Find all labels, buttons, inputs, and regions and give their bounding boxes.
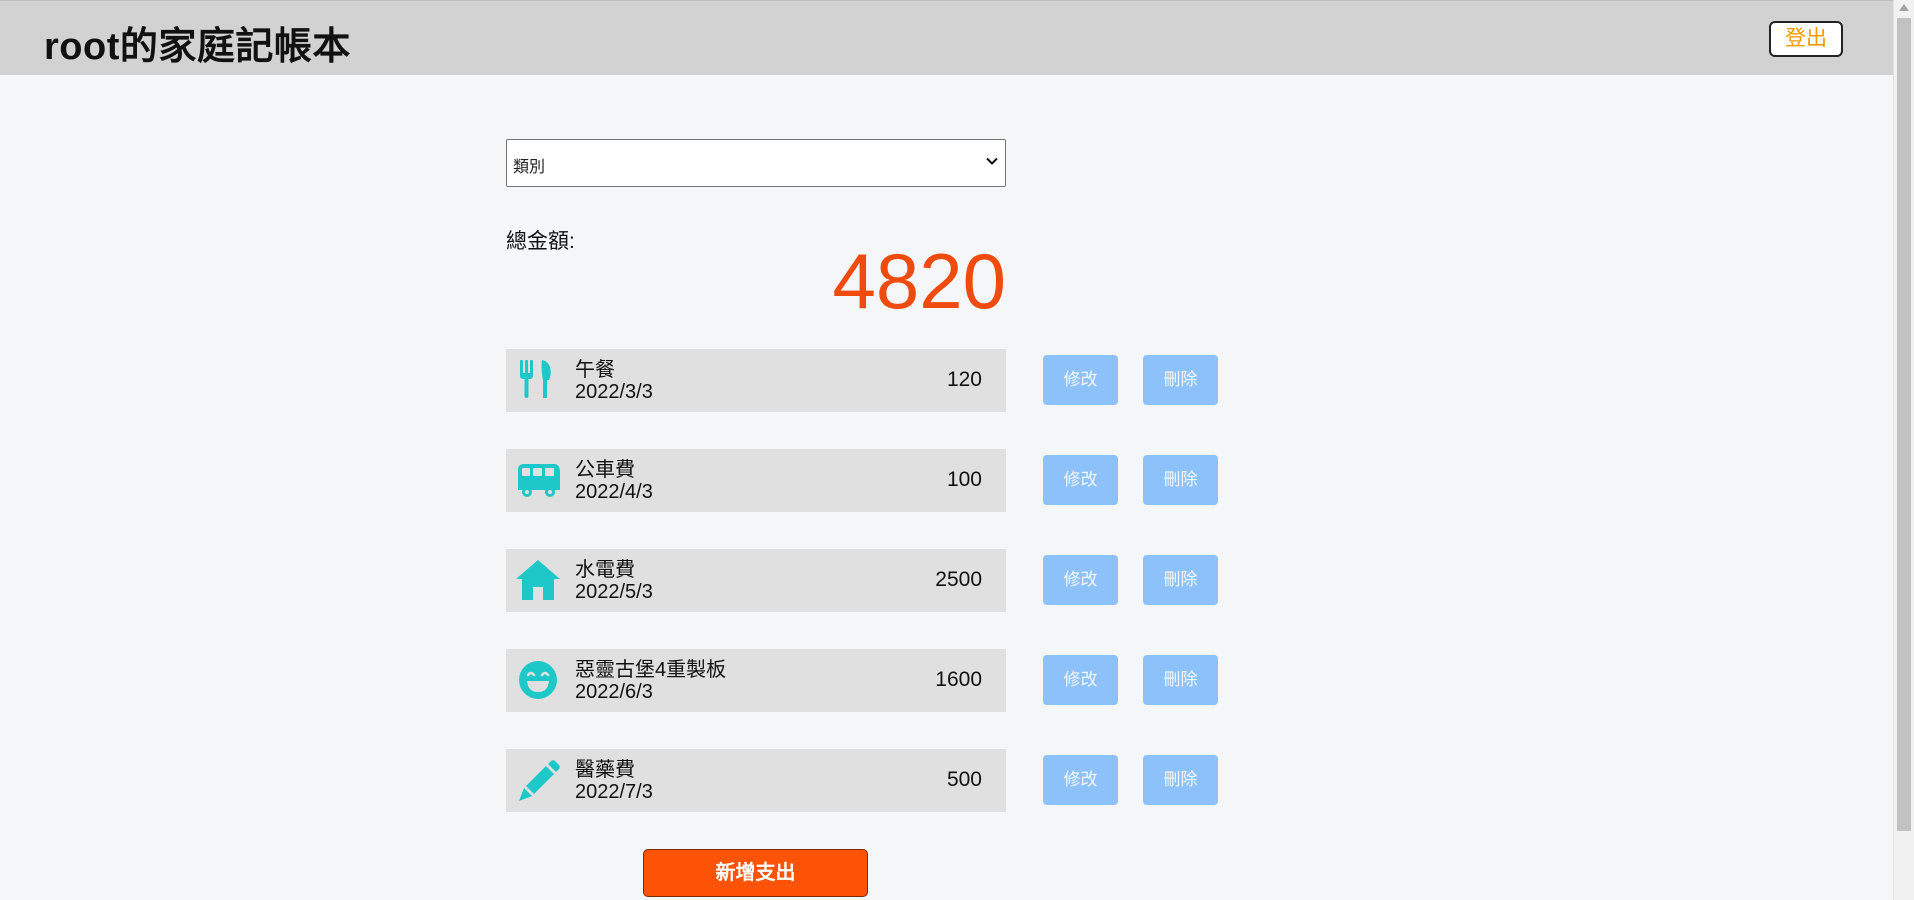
edit-button[interactable]: 修改 (1043, 655, 1118, 705)
scrollbar-thumb[interactable] (1897, 18, 1911, 831)
total-amount: 4820 (832, 237, 1006, 325)
delete-button[interactable]: 刪除 (1143, 755, 1218, 805)
expense-amount: 2500 (935, 568, 982, 591)
edit-button[interactable]: 修改 (1043, 455, 1118, 505)
expense-date: 2022/6/3 (575, 681, 653, 703)
expense-amount: 100 (946, 468, 982, 491)
expense-name: 公車費 (575, 459, 635, 481)
delete-button[interactable]: 刪除 (1143, 555, 1218, 605)
delete-button[interactable]: 刪除 (1143, 655, 1218, 705)
app-title: root的家庭記帳本 (44, 26, 351, 68)
chevron-down-icon (986, 157, 998, 165)
expense-name: 午餐 (575, 359, 615, 381)
logout-button[interactable]: 登出 (1769, 21, 1843, 57)
expense-name: 醫藥費 (575, 759, 635, 781)
expense-amount: 500 (946, 768, 982, 791)
expense-row: 公車費 2022/4/3 100 (506, 449, 1006, 512)
scroll-up-arrow-icon[interactable] (1899, 4, 1909, 11)
expense-date: 2022/3/3 (575, 381, 653, 403)
edit-button[interactable]: 修改 (1043, 555, 1118, 605)
bus-icon (518, 464, 560, 497)
utensils-icon (520, 360, 551, 398)
add-expense-button[interactable]: 新增支出 (643, 849, 868, 897)
category-select-value: 類別 (513, 159, 546, 176)
expense-row: 醫藥費 2022/7/3 500 (506, 749, 1006, 812)
edit-button[interactable]: 修改 (1043, 755, 1118, 805)
edit-button[interactable]: 修改 (1043, 355, 1118, 405)
expense-name: 惡靈古堡4重製板 (575, 659, 727, 681)
category-select[interactable]: 類別 (506, 139, 1006, 187)
expense-row: 惡靈古堡4重製板 2022/6/3 1600 (506, 649, 1006, 712)
expense-date: 2022/5/3 (575, 581, 653, 603)
home-icon (516, 560, 560, 600)
expense-row: 水電費 2022/5/3 2500 (506, 549, 1006, 612)
app-header: root的家庭記帳本 登出 (0, 0, 1893, 75)
delete-button[interactable]: 刪除 (1143, 355, 1218, 405)
expense-date: 2022/7/3 (575, 781, 653, 803)
expense-amount: 120 (946, 368, 982, 391)
delete-button[interactable]: 刪除 (1143, 455, 1218, 505)
vertical-scrollbar[interactable] (1893, 0, 1914, 900)
expense-amount: 1600 (935, 668, 982, 691)
expense-row: 午餐 2022/3/3 120 (506, 349, 1006, 412)
expense-date: 2022/4/3 (575, 481, 653, 503)
pencil-icon (519, 760, 560, 801)
smile-icon (519, 661, 557, 699)
expense-name: 水電費 (575, 559, 635, 581)
